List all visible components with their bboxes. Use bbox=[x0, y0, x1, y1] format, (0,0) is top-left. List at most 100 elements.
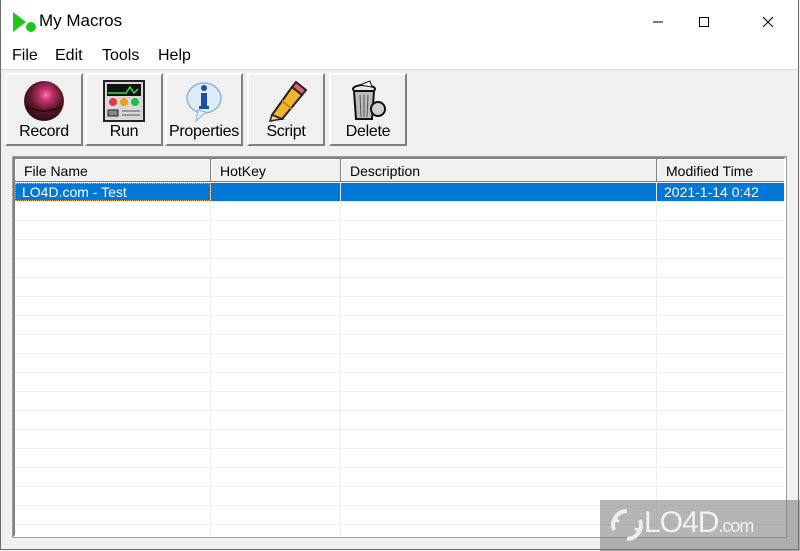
empty-cell bbox=[341, 278, 657, 296]
column-hotkey[interactable]: HotKey bbox=[211, 159, 341, 182]
empty-row bbox=[15, 392, 784, 411]
column-file-name[interactable]: File Name bbox=[15, 159, 211, 182]
empty-cell bbox=[341, 354, 657, 372]
empty-cell bbox=[15, 335, 211, 353]
empty-cell bbox=[341, 259, 657, 277]
empty-cell bbox=[15, 221, 211, 239]
empty-cell bbox=[15, 240, 211, 258]
record-label: Record bbox=[19, 123, 69, 140]
record-button[interactable]: Record bbox=[5, 73, 83, 146]
empty-cell bbox=[341, 202, 657, 220]
empty-cell bbox=[15, 316, 211, 334]
empty-cell bbox=[341, 316, 657, 334]
empty-row bbox=[15, 278, 784, 297]
info-bubble-icon bbox=[186, 82, 222, 123]
empty-cell bbox=[211, 449, 341, 467]
empty-cell bbox=[341, 240, 657, 258]
empty-cell bbox=[211, 278, 341, 296]
empty-row bbox=[15, 316, 784, 335]
empty-cell bbox=[15, 449, 211, 467]
empty-cell bbox=[211, 335, 341, 353]
script-button[interactable]: Script bbox=[247, 73, 325, 146]
menu-bar: File Edit Tools Help bbox=[1, 43, 798, 70]
empty-cell bbox=[211, 354, 341, 372]
empty-row bbox=[15, 373, 784, 392]
empty-cell bbox=[657, 259, 784, 277]
cell-hotkey bbox=[211, 183, 341, 201]
empty-cell bbox=[15, 278, 211, 296]
empty-cell bbox=[657, 240, 784, 258]
empty-cell bbox=[657, 335, 784, 353]
empty-cell bbox=[657, 430, 784, 448]
empty-cell bbox=[341, 221, 657, 239]
menu-help[interactable]: Help bbox=[158, 47, 191, 65]
cell-description bbox=[341, 183, 657, 201]
properties-label: Properties bbox=[169, 123, 239, 140]
pencil-icon bbox=[268, 80, 308, 122]
minimize-icon bbox=[653, 21, 663, 22]
properties-button[interactable]: Properties bbox=[165, 73, 243, 146]
empty-cell bbox=[15, 297, 211, 315]
empty-cell bbox=[15, 525, 211, 535]
empty-cell bbox=[15, 392, 211, 410]
empty-row bbox=[15, 449, 784, 468]
delete-button[interactable]: Delete bbox=[329, 73, 407, 146]
empty-cell bbox=[341, 392, 657, 410]
empty-cell bbox=[211, 316, 341, 334]
column-modified-time[interactable]: Modified Time bbox=[657, 159, 784, 182]
empty-cell bbox=[15, 354, 211, 372]
empty-row bbox=[15, 335, 784, 354]
empty-cell bbox=[657, 202, 784, 220]
empty-cell bbox=[657, 392, 784, 410]
empty-cell bbox=[341, 335, 657, 353]
close-icon bbox=[762, 16, 774, 27]
empty-cell bbox=[15, 430, 211, 448]
maximize-icon bbox=[699, 16, 709, 27]
column-description[interactable]: Description bbox=[341, 159, 657, 182]
empty-cell bbox=[341, 468, 657, 486]
empty-cell bbox=[657, 373, 784, 391]
app-play-icon bbox=[13, 12, 36, 32]
empty-cell bbox=[211, 259, 341, 277]
empty-cell bbox=[211, 373, 341, 391]
empty-row bbox=[15, 430, 784, 449]
empty-row bbox=[15, 411, 784, 430]
menu-file[interactable]: File bbox=[12, 47, 38, 65]
empty-cell bbox=[15, 373, 211, 391]
empty-row bbox=[15, 297, 784, 316]
menu-edit[interactable]: Edit bbox=[55, 47, 83, 65]
list-rows: LO4D.com - Test 2021-1-14 0:42 bbox=[15, 183, 784, 535]
table-row[interactable]: LO4D.com - Test 2021-1-14 0:42 bbox=[15, 183, 784, 202]
empty-row bbox=[15, 221, 784, 240]
empty-cell bbox=[341, 297, 657, 315]
menu-tools[interactable]: Tools bbox=[102, 47, 139, 65]
empty-cell bbox=[15, 487, 211, 505]
record-ball-icon bbox=[24, 81, 64, 121]
run-label: Run bbox=[109, 123, 139, 140]
empty-cell bbox=[15, 506, 211, 524]
watermark-logo-icon bbox=[611, 509, 643, 541]
empty-cell bbox=[657, 468, 784, 486]
close-button[interactable] bbox=[745, 0, 791, 43]
empty-cell bbox=[211, 221, 341, 239]
empty-row bbox=[15, 259, 784, 278]
empty-cell bbox=[211, 487, 341, 505]
trash-can-icon bbox=[352, 80, 386, 120]
empty-cell bbox=[657, 221, 784, 239]
list-header: File Name HotKey Description Modified Ti… bbox=[15, 159, 784, 183]
cell-file-name: LO4D.com - Test bbox=[15, 183, 211, 201]
empty-cell bbox=[211, 240, 341, 258]
maximize-button[interactable] bbox=[681, 0, 727, 43]
empty-cell bbox=[15, 259, 211, 277]
empty-row bbox=[15, 240, 784, 259]
empty-row bbox=[15, 354, 784, 373]
empty-cell bbox=[657, 354, 784, 372]
watermark-brand: LO4D bbox=[644, 506, 719, 539]
run-button[interactable]: Run bbox=[85, 73, 163, 146]
macro-list[interactable]: File Name HotKey Description Modified Ti… bbox=[12, 156, 787, 538]
empty-row bbox=[15, 202, 784, 221]
empty-cell bbox=[657, 411, 784, 429]
empty-cell bbox=[211, 468, 341, 486]
minimize-button[interactable] bbox=[635, 0, 681, 43]
empty-cell bbox=[341, 411, 657, 429]
